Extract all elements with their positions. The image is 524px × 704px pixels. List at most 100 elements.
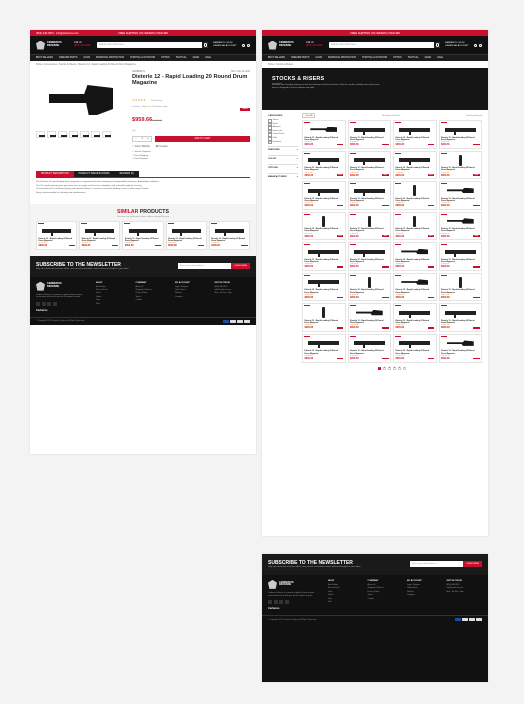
logo[interactable]: CERBERUS DEFENSE <box>268 40 301 50</box>
subscribe-button[interactable]: SUBSCRIBE <box>463 561 482 568</box>
subscribe-button[interactable]: SUBSCRIBE <box>231 263 250 270</box>
phone-block[interactable]: Call Us (833) 446-3873 <box>306 41 324 48</box>
product-image[interactable] <box>305 306 344 320</box>
product-card[interactable]: SALE Dieterle 12 - Rapid Loading 20 Round… <box>347 211 391 241</box>
product-image[interactable] <box>168 224 204 238</box>
facebook-icon[interactable] <box>268 600 272 605</box>
nav-item[interactable]: BEST SELLERS <box>36 57 53 59</box>
product-image[interactable] <box>441 336 480 350</box>
product-card[interactable]: SALE Dieterle 12 - Rapid Loading 20 Round… <box>302 150 346 180</box>
product-card[interactable]: SALE Dieterle 12 - Rapid Loading 20 Round… <box>302 333 346 363</box>
product-image[interactable] <box>305 336 344 350</box>
product-card[interactable]: SALE Dieterle 12 - Rapid Loading 20 Round… <box>393 303 437 332</box>
product-card[interactable]: SALE Dieterle 12 - Rapid Loading 20 Round… <box>393 181 437 210</box>
product-image[interactable] <box>396 153 435 167</box>
product-card[interactable]: SALE Dieterle 12 - Rapid Loading 20 Round… <box>438 242 482 271</box>
filter-color[interactable]: COLOR + <box>268 155 298 162</box>
wishlist-icon[interactable] <box>242 43 245 47</box>
phone-block[interactable]: Call Us (833) 446-3873 <box>74 41 92 48</box>
product-image[interactable] <box>305 153 344 167</box>
product-card[interactable]: SALE Dieterle 12 - Rapid Loading 20 Round… <box>302 211 346 241</box>
nav-item[interactable]: PERSONAL PROTECTION <box>328 57 356 59</box>
page-link[interactable]: 2 <box>382 366 387 370</box>
product-card[interactable]: SALE Dieterle 12 - Rapid Loading 20 Round… <box>208 221 250 250</box>
product-card[interactable]: SALE Dieterle 12 - Rapid Loading 20 Round… <box>438 181 482 210</box>
footer-link[interactable]: Sale <box>328 601 364 604</box>
thumbnail[interactable] <box>91 131 100 138</box>
product-image[interactable] <box>441 184 480 198</box>
thumbnail[interactable] <box>58 131 67 138</box>
product-card[interactable]: SALE Dieterle 12 - Rapid Loading 20 Round… <box>302 303 346 332</box>
product-image[interactable] <box>396 184 435 198</box>
product-card[interactable]: SALE Dieterle 12 - Rapid Loading 20 Round… <box>347 303 391 332</box>
product-card[interactable]: SALE Dieterle 12 - Rapid Loading 20 Round… <box>347 333 391 363</box>
footer-link[interactable]: Contact <box>136 299 172 302</box>
footer-link[interactable]: Compare <box>175 296 211 299</box>
thumbnail[interactable] <box>47 131 56 138</box>
nav-item[interactable]: PERSONAL PROTECTION <box>96 57 124 59</box>
footer-link[interactable]: Sale <box>96 303 132 306</box>
product-card[interactable]: SALE Dieterle 12 - Rapid Loading 20 Round… <box>393 333 437 363</box>
product-card[interactable]: SALE Dieterle 12 - Rapid Loading 20 Round… <box>393 120 437 149</box>
youtube-icon[interactable] <box>52 301 57 306</box>
nav-item[interactable]: FIREARM PARTS <box>59 57 77 59</box>
product-image[interactable] <box>125 224 161 238</box>
nav-item[interactable]: BEST SELLERS <box>268 57 285 59</box>
product-image[interactable] <box>211 224 247 238</box>
product-card[interactable]: SALE Dieterle 12 - Rapid Loading 20 Round… <box>393 211 437 241</box>
account-link[interactable]: MEMBER? LOG IN / CREATE AN ACCOUNT <box>213 42 237 47</box>
page-link[interactable]: 4 <box>392 366 397 370</box>
breadcrumb[interactable]: Home / Accessories / Stocks & Risers / D… <box>30 61 256 68</box>
youtube-icon[interactable] <box>284 600 289 605</box>
product-card[interactable]: SALE Dieterle 12 - Rapid Loading 20 Round… <box>302 272 346 302</box>
instagram-icon[interactable] <box>41 301 46 306</box>
tab-description[interactable]: PRODUCT DESCRIPTION <box>36 171 74 178</box>
nav-item[interactable]: TACTICAL <box>408 57 419 59</box>
page-link[interactable]: 3 <box>387 366 392 370</box>
search-icon[interactable] <box>202 42 208 48</box>
product-image[interactable] <box>305 245 344 259</box>
product-image[interactable] <box>305 184 344 198</box>
quantity-stepper[interactable]: −1 + <box>132 135 152 142</box>
breadcrumb[interactable]: Home / Stocks & Risers <box>262 61 488 68</box>
category-checkbox[interactable]: Hardware <box>268 141 298 145</box>
product-card[interactable]: SALE Dieterle 12 - Rapid Loading 20 Round… <box>347 242 391 271</box>
product-card[interactable]: SALE Dieterle 12 - Rapid Loading 20 Round… <box>302 242 346 271</box>
page-link[interactable]: 5 <box>397 366 402 370</box>
product-image[interactable] <box>396 336 435 350</box>
newsletter-email-input[interactable]: Enter your email address SUBSCRIBE <box>410 561 482 568</box>
product-card[interactable]: SALE Dieterle 12 - Rapid Loading 20 Round… <box>122 221 164 250</box>
product-image[interactable] <box>441 245 480 259</box>
product-card[interactable]: SALE Dieterle 12 - Rapid Loading 20 Round… <box>438 272 482 302</box>
cart-icon[interactable] <box>247 43 250 47</box>
product-image[interactable] <box>350 306 389 320</box>
product-card[interactable]: SALE Dieterle 12 - Rapid Loading 20 Round… <box>347 150 391 180</box>
product-image[interactable] <box>305 275 344 289</box>
nav-item[interactable]: FIREARM PARTS <box>291 57 309 59</box>
product-card[interactable]: SALE Dieterle 12 - Rapid Loading 20 Round… <box>347 181 391 210</box>
product-card[interactable]: SALE Dieterle 12 - Rapid Loading 20 Round… <box>165 221 207 250</box>
facebook-icon[interactable] <box>36 301 40 306</box>
nav-item[interactable]: OPTICS <box>161 57 170 59</box>
plus-icon[interactable]: + <box>147 137 148 140</box>
minus-icon[interactable]: − <box>135 137 136 140</box>
next-page-icon[interactable]: › <box>402 366 407 370</box>
thumbnail[interactable] <box>69 131 78 138</box>
product-card[interactable]: SALE Dieterle 12 - Rapid Loading 20 Round… <box>393 242 437 271</box>
search-input[interactable]: Search entire store here... <box>329 42 440 48</box>
thumbnail[interactable] <box>80 131 89 138</box>
product-image[interactable] <box>350 153 389 167</box>
logo[interactable]: CERBERUS DEFENSE <box>36 40 69 50</box>
product-image[interactable] <box>396 245 435 259</box>
nav-item[interactable]: SALE <box>437 57 443 59</box>
wishlist-icon[interactable] <box>474 43 477 47</box>
add-to-cart-button[interactable]: ADD TO CART <box>155 135 250 142</box>
tab-specifications[interactable]: PRODUCT SPECIFICATIONS <box>73 171 115 178</box>
product-image[interactable] <box>350 214 389 228</box>
product-image[interactable] <box>441 153 480 167</box>
review-count[interactable]: (5) Reviews <box>151 100 163 102</box>
nav-item[interactable]: GUNS <box>315 57 322 59</box>
search-icon[interactable] <box>434 42 440 48</box>
tab-reviews[interactable]: REVIEWS (5) <box>114 171 139 178</box>
nav-item[interactable]: GUNS <box>83 57 90 59</box>
